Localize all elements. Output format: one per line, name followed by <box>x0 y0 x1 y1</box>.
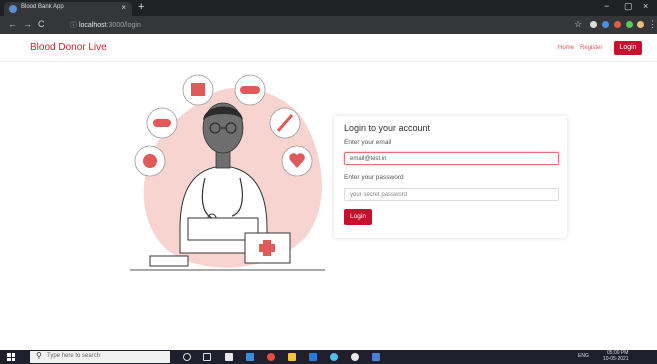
app-icon[interactable] <box>330 353 338 361</box>
forward-icon[interactable]: → <box>23 19 32 30</box>
nav-login-button[interactable]: Login <box>614 41 642 55</box>
browser-menu-icon[interactable]: ⋮ <box>648 19 657 30</box>
tray-language[interactable]: ENG <box>578 353 589 359</box>
doctor-illustration <box>130 74 325 271</box>
brand-logo[interactable]: Blood Donor Live <box>30 42 107 53</box>
tab-title: Blood Bank App <box>21 4 64 10</box>
password-field[interactable]: your secret password <box>344 188 559 201</box>
laptop-icon <box>149 255 189 267</box>
search-icon: ⚲ <box>36 351 42 360</box>
app-icon[interactable] <box>372 353 380 361</box>
extension-icon[interactable] <box>602 21 609 28</box>
store-icon[interactable] <box>225 353 233 361</box>
nav-home-link[interactable]: Home <box>558 45 574 51</box>
edge-icon[interactable] <box>246 353 254 361</box>
taskbar-search-box[interactable]: ⚲ Type here to search <box>30 351 170 363</box>
site-info-icon[interactable]: ⓘ <box>70 22 77 29</box>
extension-icon[interactable] <box>626 21 633 28</box>
address-bar[interactable]: ⓘ localhost:3000/login <box>62 18 582 32</box>
login-submit-button[interactable]: Login <box>344 209 372 225</box>
new-tab-button[interactable]: + <box>138 1 144 13</box>
login-card: Login to your account Enter your email e… <box>334 116 567 238</box>
browser-tab-strip: Blood Bank App × + − ▢ × <box>0 0 657 16</box>
nav-register-link[interactable]: Register <box>580 45 602 51</box>
back-icon[interactable]: ← <box>8 19 17 30</box>
email-label: Enter your email <box>344 139 392 146</box>
extension-icon[interactable] <box>614 21 621 28</box>
browser-toolbar: ← → C ⓘ localhost:3000/login ☆ ⋮ <box>0 16 657 34</box>
browser-tab[interactable]: Blood Bank App × <box>4 2 132 16</box>
favicon-icon <box>9 5 17 13</box>
windows-taskbar: ⚲ Type here to search ENG 05:00 PM 10-05… <box>0 350 657 364</box>
chrome-icon[interactable] <box>267 353 275 361</box>
taskbar-search-placeholder: Type here to search <box>47 353 101 359</box>
site-navbar: Blood Donor Live Home Register Login <box>0 34 657 62</box>
task-view-icon[interactable] <box>203 353 211 361</box>
url-host: localhost <box>78 22 107 29</box>
password-label: Enter your password <box>344 174 404 181</box>
tray-date[interactable]: 10-05-2021 <box>603 356 629 362</box>
login-title: Login to your account <box>344 123 431 133</box>
email-field[interactable]: email@test.in <box>344 152 559 165</box>
window-close-icon[interactable]: × <box>643 1 648 11</box>
settings-gear-icon[interactable] <box>351 353 359 361</box>
url-path: :3000/login <box>106 22 141 29</box>
windows-start-icon[interactable] <box>7 353 15 361</box>
reload-icon[interactable]: C <box>38 19 45 30</box>
cortana-icon[interactable] <box>183 353 191 361</box>
tab-close-icon[interactable]: × <box>121 3 126 12</box>
vscode-icon[interactable] <box>309 353 317 361</box>
extension-icon[interactable] <box>590 21 597 28</box>
maximize-icon[interactable]: ▢ <box>624 1 633 12</box>
minimize-icon[interactable]: − <box>604 1 609 11</box>
file-explorer-icon[interactable] <box>288 353 296 361</box>
profile-avatar[interactable] <box>637 21 644 28</box>
bookmark-star-icon[interactable]: ☆ <box>574 19 582 30</box>
